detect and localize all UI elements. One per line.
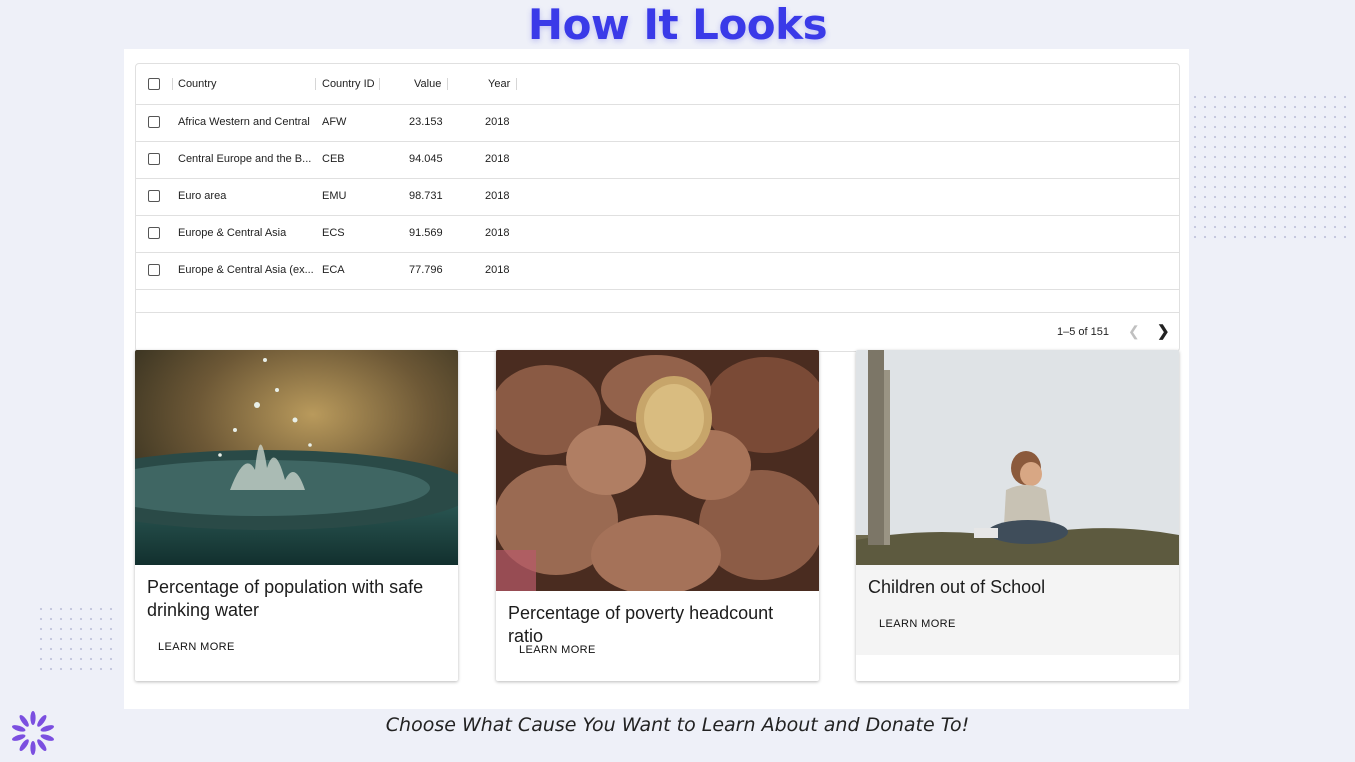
- column-header-country-id[interactable]: Country ID: [322, 77, 375, 91]
- row-checkbox[interactable]: [148, 264, 160, 276]
- row-checkbox[interactable]: [148, 153, 160, 165]
- cell-value: 77.796: [409, 264, 443, 276]
- cell-country: Euro area: [178, 190, 227, 202]
- cell-value: 94.045: [409, 153, 443, 165]
- chevron-right-icon[interactable]: ❯: [1157, 322, 1170, 340]
- card-title: Percentage of population with safe drink…: [147, 577, 424, 620]
- cell-value: 91.569: [409, 227, 443, 239]
- cause-card-poverty[interactable]: Percentage of poverty headcount ratio LE…: [496, 350, 819, 681]
- cell-country-id: ECA: [322, 264, 345, 276]
- page-caption: Choose What Cause You Want to Learn Abou…: [385, 714, 970, 736]
- page-title: How It Looks: [527, 0, 828, 49]
- card-title: Children out of School: [868, 577, 1046, 597]
- cell-country: Africa Western and Central: [178, 116, 310, 128]
- learn-more-button[interactable]: LEARN MORE: [879, 618, 956, 630]
- cause-card-school[interactable]: Children out of School LEARN MORE: [856, 350, 1179, 681]
- table-row[interactable]: Africa Western and Central AFW 23.153 20…: [136, 104, 1179, 142]
- table-row[interactable]: Euro area EMU 98.731 2018: [136, 178, 1179, 216]
- column-header-year[interactable]: Year: [488, 77, 510, 91]
- cell-value: 23.153: [409, 116, 443, 128]
- select-all-checkbox[interactable]: [148, 78, 160, 90]
- column-header-value[interactable]: Value: [414, 77, 441, 91]
- decorative-dots: [1190, 92, 1350, 242]
- cell-year: 2018: [485, 116, 510, 128]
- cell-country-id: CEB: [322, 153, 345, 165]
- data-grid: Country Country ID Value Year Africa Wes…: [135, 63, 1180, 352]
- row-checkbox[interactable]: [148, 116, 160, 128]
- column-separator: [315, 78, 316, 90]
- cause-card-water[interactable]: Percentage of population with safe drink…: [135, 350, 458, 681]
- logo-icon: [12, 711, 54, 755]
- grid-header: Country Country ID Value Year: [136, 64, 1179, 105]
- hands-with-grain-photo: [496, 350, 819, 591]
- column-separator: [516, 78, 517, 90]
- decorative-dots: [36, 604, 120, 676]
- row-checkbox[interactable]: [148, 190, 160, 202]
- table-row[interactable]: Europe & Central Asia (ex... ECA 77.796 …: [136, 252, 1179, 290]
- card-title: Percentage of poverty headcount ratio: [508, 603, 774, 646]
- learn-more-button[interactable]: LEARN MORE: [519, 644, 596, 656]
- cell-country-id: EMU: [322, 190, 347, 202]
- table-row[interactable]: Central Europe and the B... CEB 94.045 2…: [136, 141, 1179, 179]
- cell-country: Europe & Central Asia (ex...: [178, 264, 314, 276]
- column-separator: [447, 78, 448, 90]
- main-panel: Country Country ID Value Year Africa Wes…: [124, 49, 1189, 709]
- column-separator: [172, 78, 173, 90]
- row-checkbox[interactable]: [148, 227, 160, 239]
- cell-year: 2018: [485, 227, 510, 239]
- cell-year: 2018: [485, 190, 510, 202]
- water-splash-photo: [135, 350, 458, 565]
- pagination-label: 1–5 of 151: [1057, 326, 1109, 338]
- cell-country-id: ECS: [322, 227, 345, 239]
- chevron-left-icon[interactable]: ❮: [1128, 323, 1140, 340]
- cell-country-id: AFW: [322, 116, 347, 128]
- cell-country: Central Europe and the B...: [178, 153, 312, 165]
- card-body: Percentage of poverty headcount ratio LE…: [496, 591, 819, 681]
- cell-country: Europe & Central Asia: [178, 227, 287, 239]
- card-body: Percentage of population with safe drink…: [135, 565, 458, 681]
- child-sitting-photo: [856, 350, 1179, 565]
- grid-footer: 1–5 of 151 ❮ ❯: [136, 312, 1179, 352]
- table-row[interactable]: Europe & Central Asia ECS 91.569 2018: [136, 215, 1179, 253]
- cell-value: 98.731: [409, 190, 443, 202]
- learn-more-button[interactable]: LEARN MORE: [158, 641, 235, 653]
- card-body: Children out of School LEARN MORE: [856, 565, 1179, 655]
- cell-year: 2018: [485, 153, 510, 165]
- column-header-country[interactable]: Country: [178, 77, 217, 91]
- column-separator: [379, 78, 380, 90]
- cell-year: 2018: [485, 264, 510, 276]
